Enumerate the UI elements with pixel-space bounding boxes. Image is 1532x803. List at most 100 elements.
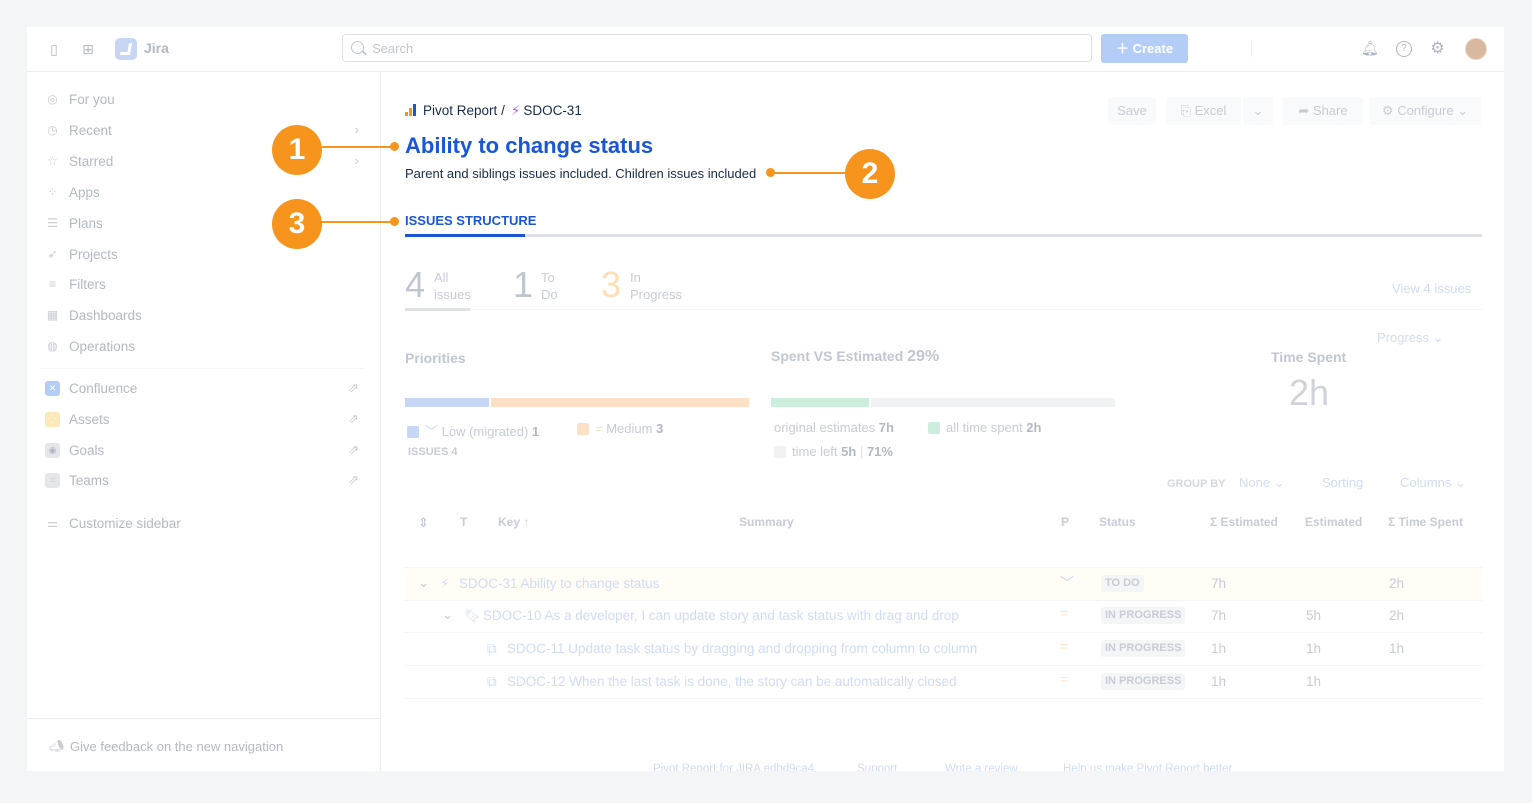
user-avatar[interactable] [1465, 38, 1487, 60]
time-left-percent: 71% [866, 444, 893, 459]
search-icon [351, 41, 364, 54]
jira-logo-icon[interactable] [115, 38, 137, 60]
table-row[interactable]: ⧉ SDOC-12 When the last task is done, th… [405, 666, 1482, 699]
sort-ascending-icon: ↑ [520, 515, 530, 529]
sidebar-item-teams[interactable]: ⁙ Teams ⇗ [45, 471, 365, 491]
sidebar-item-dashboards[interactable]: ▦ Dashboards [45, 306, 365, 326]
sidebar-toggle-icon[interactable]: ▯ [44, 39, 64, 59]
col-header-estimated[interactable]: Estimated [1305, 515, 1362, 529]
footer-support-link[interactable]: Support [857, 763, 897, 771]
sidebar-item-filters[interactable]: ≡ Filters [45, 275, 365, 295]
col-header-sum-time-spent[interactable]: Σ Time Spent [1388, 515, 1463, 529]
help-icon[interactable]: ? [1396, 41, 1412, 57]
issue-key-summary[interactable]: SDOC-11 Update task status by dragging a… [507, 641, 977, 656]
app-switcher-icon[interactable]: ⊞ [78, 39, 98, 59]
chevron-right-icon[interactable]: › [355, 153, 359, 168]
sidebar-item-projects[interactable]: ➶ Projects [45, 245, 365, 265]
progress-dropdown[interactable]: Progress ⌄ [1377, 330, 1444, 346]
settings-gear-icon[interactable]: ⚙ [1429, 40, 1446, 57]
app-name[interactable]: Jira [144, 40, 169, 56]
legend-medium-count: 3 [656, 421, 664, 436]
counter-active-indicator [405, 308, 470, 311]
counter-label: In Progress [630, 270, 683, 302]
operations-icon: ◍ [47, 339, 58, 353]
priorities-title: Priorities [405, 350, 466, 366]
sidebar-item-for-you[interactable]: ◎ For you [45, 90, 365, 110]
teams-icon: ⁙ [45, 473, 60, 488]
plans-icon: ☰ [47, 216, 58, 230]
collapse-chevron-icon[interactable]: ⌄ [418, 575, 429, 591]
chevron-right-icon[interactable]: › [355, 122, 359, 137]
table-row[interactable]: ⧉ SDOC-11 Update task status by dragging… [405, 633, 1482, 666]
sidebar-item-goals[interactable]: ◉ Goals ⇗ [45, 441, 365, 461]
sidebar-item-assets[interactable]: ⁛ Assets ⇗ [45, 410, 365, 430]
footer-help-link[interactable]: Help us make Pivot Report better [1063, 763, 1232, 771]
notifications-bell-icon[interactable]: 🔔︎ [1361, 40, 1379, 57]
time-left-label: time left [792, 444, 838, 459]
chevron-down-icon: ⌄ [1270, 475, 1285, 490]
breadcrumb-issue-key[interactable]: SDOC-31 [523, 103, 582, 118]
subtask-icon: ⧉ [487, 674, 497, 689]
counter-all-issues[interactable]: 4 All issues [405, 265, 475, 305]
col-header-key[interactable]: Key ↑ [498, 515, 529, 529]
sidebar-item-confluence[interactable]: ✕ Confluence ⇗ [45, 379, 365, 399]
external-link-icon[interactable]: ⇗ [348, 380, 359, 396]
legend-low-label: Low (migrated) [441, 424, 529, 439]
external-link-icon[interactable]: ⇗ [348, 442, 359, 458]
goals-icon: ◉ [45, 443, 60, 458]
save-button[interactable]: Save [1108, 97, 1156, 125]
sidebar-item-label: Apps [69, 185, 100, 200]
story-bookmark-icon: 🔖︎ [464, 608, 482, 623]
col-header-status[interactable]: Status [1099, 515, 1136, 529]
breadcrumb-pivot-report[interactable]: Pivot Report [423, 103, 497, 118]
topbar-divider [1251, 41, 1252, 57]
apps-grid-icon: ⁘ [47, 185, 58, 199]
col-header-priority[interactable]: P [1061, 515, 1069, 529]
col-header-sum-estimated[interactable]: Σ Estimated [1210, 515, 1278, 529]
create-button[interactable]: ＋ Create [1101, 34, 1188, 63]
external-link-icon[interactable]: ⇗ [348, 411, 359, 427]
spent-swatch [928, 422, 940, 434]
excel-button[interactable]: ⎘ Excel [1166, 97, 1241, 125]
view-issues-link[interactable]: View 4 issues [1392, 281, 1471, 296]
issue-key-summary[interactable]: SDOC-12 When the last task is done, the … [507, 674, 956, 689]
external-link-icon[interactable]: ⇗ [348, 472, 359, 488]
share-button[interactable]: ➦ Share [1283, 97, 1363, 125]
sidebar-item-apps[interactable]: ⁘ Apps [45, 183, 365, 203]
configure-button[interactable]: ⚙ Configure ⌄ [1369, 97, 1481, 125]
excel-dropdown-chevron-icon[interactable]: ⌄ [1243, 97, 1273, 125]
counter-in-progress[interactable]: 3 In Progress [601, 265, 701, 305]
create-label: Create [1132, 41, 1174, 56]
spent-percent: 29% [907, 348, 940, 365]
group-by-dropdown[interactable]: None ⌄ [1239, 475, 1285, 491]
table-row[interactable]: ⌄ ⚡︎ SDOC-31 Ability to change status ﹀ … [405, 567, 1482, 601]
counter-to-do[interactable]: 1 To Do [513, 265, 573, 305]
col-header-summary[interactable]: Summary [739, 515, 794, 529]
table-row[interactable]: ⌄ 🔖︎ SDOC-10 As a developer, I can updat… [405, 600, 1482, 633]
sidebar-item-operations[interactable]: ◍ Operations [45, 337, 365, 357]
epic-lightning-icon: ⚡︎ [510, 103, 521, 118]
issue-key-summary[interactable]: SDOC-10 As a developer, I can update sto… [483, 608, 959, 623]
original-estimates-label: original estimates [774, 420, 876, 435]
footer-version: Pivot Report for JIRA edbd9ca4 [653, 763, 815, 771]
customize-sidebar-button[interactable]: ⚌ Customize sidebar [45, 514, 365, 534]
top-navigation-bar: ▯ ⊞ Jira Search ＋ Create 🔔︎ ? ⚙ [27, 27, 1504, 72]
callout-2-line [772, 172, 845, 174]
low-priority-chevron-icon: ﹀ [425, 424, 442, 439]
sum-estimated-cell: 1h [1211, 674, 1227, 689]
sorting-button[interactable]: Sorting [1322, 475, 1363, 490]
app-window: ▯ ⊞ Jira Search ＋ Create 🔔︎ ? ⚙ ◎ For you… [27, 27, 1504, 771]
expand-collapse-all-icon[interactable]: ⇕ [418, 515, 429, 531]
priority-bar-low [405, 398, 489, 407]
issue-key-summary[interactable]: SDOC-31 Ability to change status [459, 576, 659, 591]
columns-dropdown[interactable]: Columns ⌄ [1400, 475, 1466, 491]
legend-original-estimates: original estimates 7h [774, 420, 894, 435]
footer-review-link[interactable]: Write a review [945, 763, 1018, 771]
sum-estimated-cell: 1h [1211, 641, 1227, 656]
col-header-type[interactable]: T [460, 515, 467, 529]
search-input[interactable]: Search [342, 34, 1092, 62]
feedback-bar[interactable]: 📣︎ Give feedback on the new navigation [27, 718, 380, 771]
breadcrumb-separator: / [501, 103, 505, 118]
collapse-chevron-icon[interactable]: ⌄ [442, 607, 453, 623]
tab-issues-structure[interactable]: ISSUES STRUCTURE [405, 213, 536, 228]
